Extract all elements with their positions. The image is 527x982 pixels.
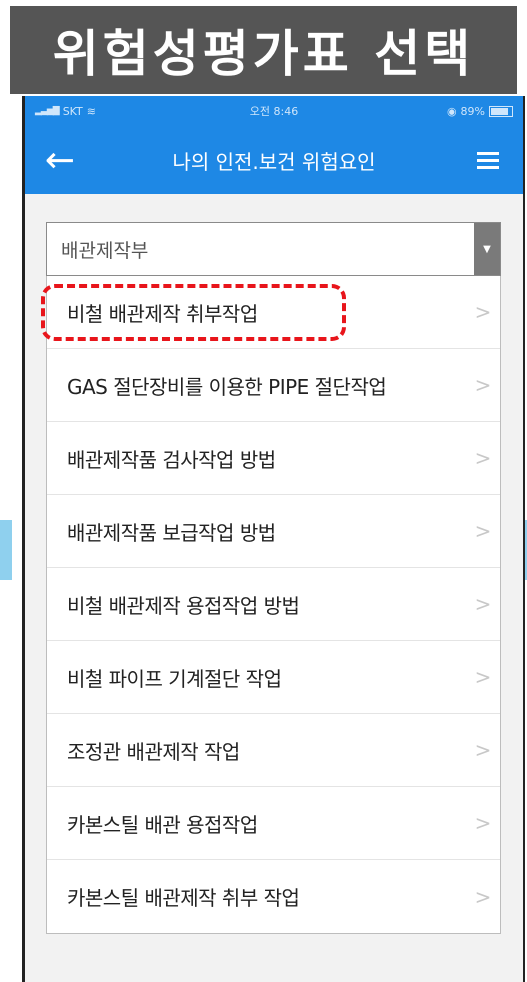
chevron-right-icon: > [474,446,492,470]
status-time: 오전 8:46 [249,105,299,118]
chevron-right-icon: > [474,884,492,909]
list-item-label: 배관제작품 검사작업 방법 [67,447,276,472]
signal-icon: ▂▃▅▇ [35,106,60,116]
banner-title: 위험성평가표 선택 [10,6,517,94]
chevron-right-icon: > [474,738,492,762]
list-item-label: 배관제작품 보급작업 방법 [67,520,276,545]
battery: ◉ 89% [363,105,513,118]
hamburger-icon [477,152,499,169]
phone-screen: ▂▃▅▇ SKT ≋ 오전 8:46 ◉ 89% ← 나의 인전.보건 위험요인… [22,96,525,982]
status-bar: ▂▃▅▇ SKT ≋ 오전 8:46 ◉ 89% [25,96,523,126]
list-item-label: 카본스틸 배관 용접작업 [67,812,258,837]
list-item[interactable]: 비철 배관제작 용접작업 방법 > [47,568,500,641]
carrier: ▂▃▅▇ SKT ≋ [35,105,185,118]
chevron-right-icon: > [474,519,492,543]
list-item[interactable]: 카본스틸 배관제작 취부 작업 > [47,860,500,933]
chevron-right-icon: > [474,811,492,835]
list-item[interactable]: 배관제작품 검사작업 방법 > [47,422,500,495]
arrow-left-icon: ← [44,139,76,181]
page-title: 나의 인전.보건 위험요인 [172,149,376,174]
battery-icon [489,105,513,117]
list-item-label: 조정관 배관제작 작업 [67,739,240,764]
list-item-label: 비철 배관제작 취부작업 [67,301,258,326]
department-select[interactable]: 배관제작부 ▼ [46,222,501,276]
chevron-right-icon: > [474,665,492,689]
chevron-right-icon: > [474,592,492,616]
app-bar: ← 나의 인전.보건 위험요인 [25,126,523,194]
list-item[interactable]: 배관제작품 보급작업 방법 > [47,495,500,568]
list-item[interactable]: GAS 절단장비를 이용한 PIPE 절단작업 > [47,349,500,422]
list-item-label: 비철 배관제작 용접작업 방법 [67,593,300,618]
list-item[interactable]: 비철 배관제작 취부작업 > [41,276,500,349]
select-value: 배관제작부 [61,239,149,262]
back-button[interactable]: ← [25,126,95,194]
list-item[interactable]: 비철 파이프 기계절단 작업 > [47,641,500,714]
list-item-label: GAS 절단장비를 이용한 PIPE 절단작업 [67,374,387,399]
chevron-right-icon: > [474,300,492,324]
menu-button[interactable] [453,126,523,194]
decorative-accent-left [0,520,12,580]
list-item-label: 비철 파이프 기계절단 작업 [67,666,282,691]
list-item[interactable]: 카본스틸 배관 용접작업 > [47,787,500,860]
alarm-icon: ◉ [446,104,457,118]
list-item[interactable]: 조정관 배관제작 작업 > [47,714,500,787]
task-list: 비철 배관제작 취부작업 > GAS 절단장비를 이용한 PIPE 절단작업 > 배관제… [41,276,501,934]
dropdown-arrow-icon[interactable]: ▼ [474,223,500,275]
list-item-label: 카본스틸 배관제작 취부 작업 [67,886,300,910]
wifi-icon: ≋ [86,104,96,118]
battery-label: 89% [460,104,485,118]
chevron-right-icon: > [474,373,492,397]
carrier-label: SKT [62,104,83,118]
